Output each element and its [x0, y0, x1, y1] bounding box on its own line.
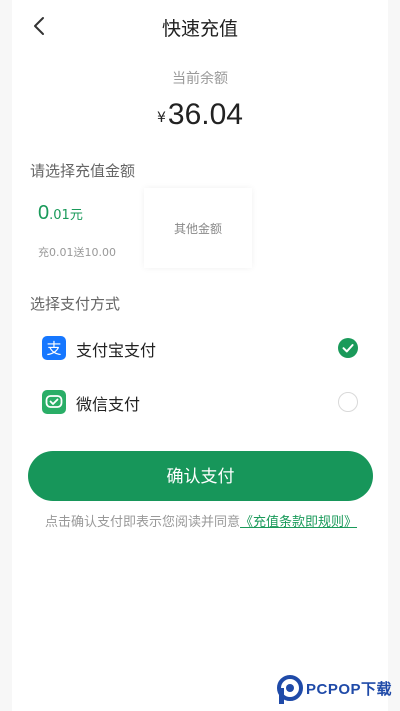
watermark: PCPOP下载	[276, 674, 396, 710]
recharge-option[interactable]: 0.01元 充0.01送10.00	[24, 188, 142, 268]
payment-section-title: 选择支付方式	[30, 295, 121, 313]
payment-method-label: 支付宝支付	[76, 341, 157, 360]
balance-value: ¥36.04	[12, 98, 388, 132]
alipay-icon: 支	[42, 336, 66, 360]
watermark-text: PCPOP下载	[306, 681, 393, 698]
amount-section-title: 请选择充值金额	[30, 162, 136, 180]
payment-method-label: 微信支付	[76, 395, 141, 414]
other-amount-label: 其他金额	[173, 222, 222, 236]
radio-unchecked-icon[interactable]	[338, 392, 358, 412]
agreement-notice: 点击确认支付即表示您阅读并同意《充值条款即规则》	[38, 513, 364, 533]
recharge-page: 快速充值 当前余额 ¥36.04 请选择充值金额 0.01元 充0.01送10.…	[12, 0, 388, 711]
wechat-pay-icon	[42, 390, 66, 414]
option-gift-text: 充0.01送10.00	[38, 246, 116, 259]
payment-method-wechat[interactable]: 微信支付	[12, 376, 388, 428]
pcpop-logo-icon	[277, 675, 303, 704]
page-title: 快速充值	[161, 18, 238, 40]
agreement-text: 点击确认支付即表示您阅读并同意	[44, 515, 240, 530]
balance-label: 当前余额	[172, 71, 228, 87]
option-amount: 0.01元	[38, 202, 83, 224]
confirm-pay-button[interactable]: 确认支付	[28, 451, 373, 501]
header: 快速充值	[12, 0, 388, 52]
payment-method-alipay[interactable]: 支 支付宝支付	[12, 322, 388, 374]
balance-amount: 36.04	[167, 98, 243, 131]
svg-text:支: 支	[46, 340, 61, 358]
agreement-link[interactable]: 《充值条款即规则》	[240, 515, 357, 530]
radio-checked-icon[interactable]	[338, 338, 358, 358]
currency-symbol: ¥	[157, 110, 166, 126]
other-amount-option[interactable]: 其他金额	[144, 188, 252, 268]
